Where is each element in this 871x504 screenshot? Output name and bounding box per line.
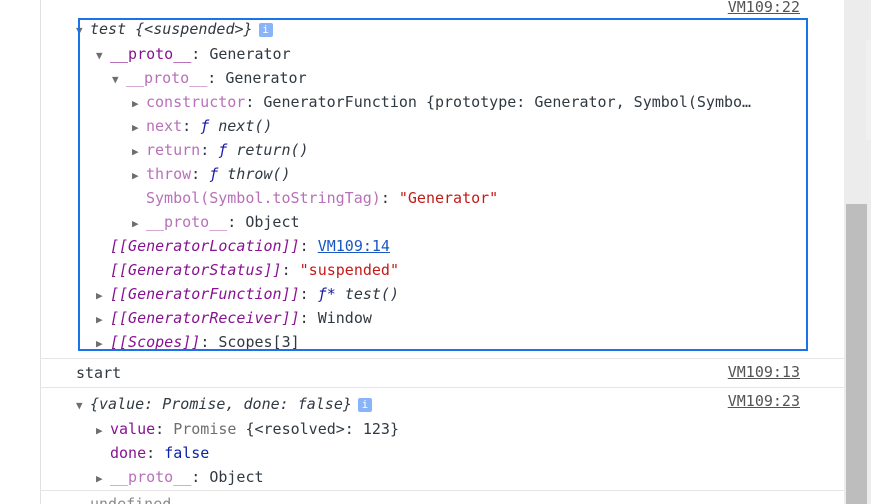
generator-name: test (90, 20, 127, 38)
prop-key: return (146, 141, 201, 159)
prop-value: Scopes[3] (218, 333, 300, 351)
prop-value: GeneratorFunction {prototype: Generator,… (263, 93, 752, 111)
tree-row-next[interactable]: ▶ next: ƒ next() (132, 114, 272, 138)
return-arrow-icon: ← (76, 494, 90, 504)
console-message-result: VM109:23 ▼ {value: Promise, done: false} i… (40, 388, 844, 491)
console-message-generator: VM109:22 ▼ test {<suspended>} i ▼ __proto__… (40, 0, 844, 359)
collapsed-triangle-icon[interactable]: ▶ (96, 284, 110, 308)
log-text: start (76, 364, 122, 382)
prop-key: value (110, 420, 156, 438)
collapsed-triangle-icon[interactable]: ▶ (132, 212, 146, 236)
collapsed-triangle-icon[interactable]: ▶ (132, 92, 146, 116)
prop-key: [[GeneratorReceiver]] (110, 309, 300, 327)
tree-row-proto-nested[interactable]: ▼ __proto__: Generator (112, 66, 307, 90)
prop-value: Generator (225, 69, 307, 87)
prop-key: [[Scopes]] (110, 333, 201, 351)
tree-row-function[interactable]: ▶ [[GeneratorFunction]]: ƒ* test() (96, 282, 399, 306)
tree-row-tostringtag: Symbol(Symbol.toStringTag): "Generator" (146, 189, 499, 207)
prop-value: Window (317, 309, 372, 327)
tree-row-return[interactable]: ▶ return: ƒ return() (132, 138, 309, 162)
collapsed-triangle-icon[interactable]: ▶ (132, 164, 146, 188)
collapsed-triangle-icon[interactable]: ▶ (132, 116, 146, 140)
collapsed-triangle-icon[interactable]: ▶ (96, 467, 110, 491)
prop-key: [[GeneratorFunction]] (110, 285, 300, 303)
console-gutter (0, 0, 41, 504)
generator-summary[interactable]: ▼ test {<suspended>} i (76, 17, 273, 41)
result-summary[interactable]: ▼ {value: Promise, done: false} i (76, 392, 372, 416)
prop-key: __proto__ (110, 468, 192, 486)
tree-row-scopes[interactable]: ▶ [[Scopes]]: Scopes[3] (96, 330, 300, 354)
prop-value: "suspended" (299, 261, 399, 279)
prop-value: test() (344, 285, 399, 303)
tree-row-receiver[interactable]: ▶ [[GeneratorReceiver]]: Window (96, 306, 372, 330)
prop-value: false (164, 444, 210, 462)
prop-value: Object (245, 213, 300, 231)
info-icon[interactable]: i (258, 22, 273, 37)
info-icon[interactable]: i (357, 397, 372, 412)
console-message-start: start VM109:13 (40, 359, 844, 388)
log-text: undefined (90, 495, 172, 504)
prop-type: Promise (173, 420, 237, 438)
tree-row-proto-object[interactable]: ▶ __proto__: Object (96, 465, 264, 489)
console-output[interactable]: VM109:22 ▼ test {<suspended>} i ▼ __proto__… (40, 0, 844, 504)
function-glyph: ƒ (200, 117, 210, 135)
prop-value: throw() (227, 165, 291, 183)
source-link[interactable]: VM109:22 (728, 0, 800, 16)
collapsed-triangle-icon[interactable]: ▶ (96, 308, 110, 332)
scrollbar-thumb[interactable] (846, 204, 867, 504)
expand-triangle-icon[interactable]: ▼ (76, 19, 90, 43)
tree-row-constructor[interactable]: ▶ constructor: GeneratorFunction {prototy… (132, 90, 751, 114)
source-link[interactable]: VM109:13 (728, 363, 800, 381)
partial-log-line: ←undefined (76, 492, 171, 504)
tree-row-status: [[GeneratorStatus]]: "suspended" (110, 261, 399, 279)
prop-value: {<resolved>: 123} (245, 420, 399, 438)
prop-key: next (146, 117, 183, 135)
source-link[interactable]: VM109:23 (728, 392, 800, 410)
collapsed-triangle-icon[interactable]: ▶ (96, 419, 110, 443)
prop-value: "Generator" (398, 189, 499, 207)
tree-row-proto[interactable]: ▼ __proto__: Generator (96, 42, 291, 66)
prop-key: constructor (146, 93, 246, 111)
prop-value: Generator (209, 45, 291, 63)
prop-key: Symbol(Symbol.toStringTag) (146, 189, 381, 207)
function-glyph: ƒ (209, 165, 219, 183)
prop-key: __proto__ (110, 45, 192, 63)
prop-key: [[GeneratorLocation]] (110, 237, 300, 255)
expand-triangle-icon[interactable]: ▼ (96, 44, 110, 68)
generator-state: {<suspended>} (135, 20, 253, 38)
tree-row-done: done: false (110, 444, 210, 462)
prop-value: Object (209, 468, 264, 486)
prop-key: __proto__ (126, 69, 208, 87)
prop-key: done (110, 444, 147, 462)
prop-key: throw (146, 165, 192, 183)
tree-row-location: [[GeneratorLocation]]: VM109:14 (110, 237, 390, 255)
function-glyph: ƒ* (317, 285, 336, 303)
collapsed-triangle-icon[interactable]: ▶ (132, 140, 146, 164)
tree-row-throw[interactable]: ▶ throw: ƒ throw() (132, 162, 291, 186)
prop-value: return() (236, 141, 309, 159)
collapsed-triangle-icon[interactable]: ▶ (96, 332, 110, 356)
prop-value: next() (218, 117, 273, 135)
expand-triangle-icon[interactable]: ▼ (76, 394, 90, 418)
location-link[interactable]: VM109:14 (318, 237, 390, 255)
function-glyph: ƒ (218, 141, 228, 159)
prop-key: [[GeneratorStatus]] (110, 261, 282, 279)
object-summary: {value: Promise, done: false} (90, 395, 352, 413)
expand-triangle-icon[interactable]: ▼ (112, 68, 126, 92)
tree-row-value[interactable]: ▶ value: Promise {<resolved>: 123} (96, 417, 399, 441)
prop-key: __proto__ (146, 213, 228, 231)
tree-row-proto-object[interactable]: ▶ __proto__: Object (132, 210, 300, 234)
edge-strip (866, 40, 871, 140)
